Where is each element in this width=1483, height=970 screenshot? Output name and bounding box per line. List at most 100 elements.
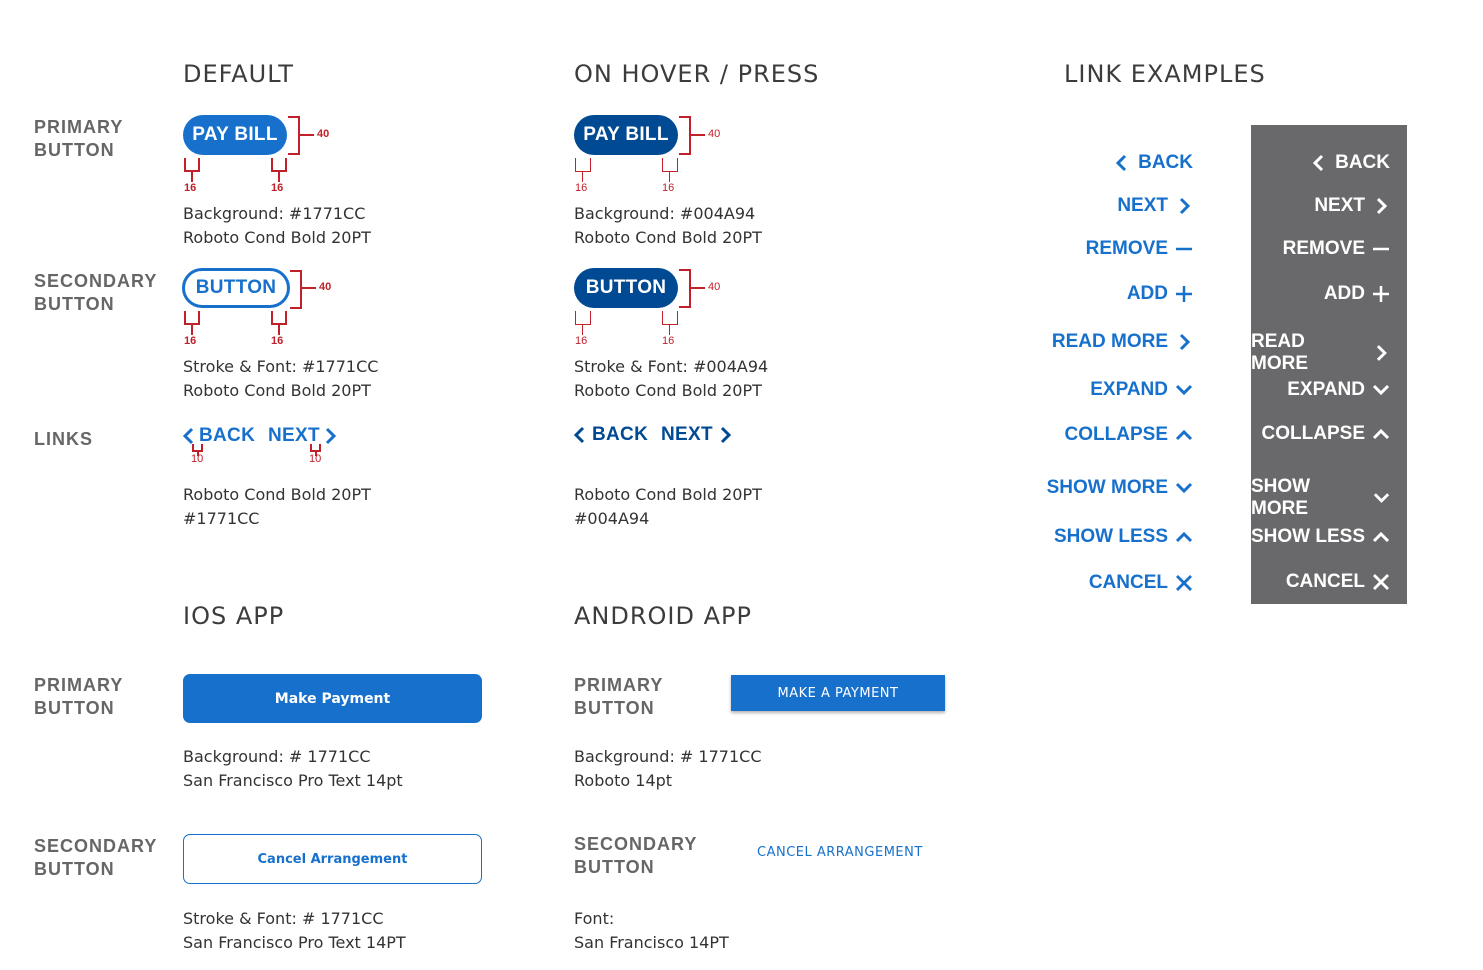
link-example-remove[interactable]: REMOVE — [1086, 238, 1193, 260]
row-label-line-1: SECONDARY — [574, 834, 698, 854]
row-label-line-2: BUTTON — [34, 859, 115, 879]
row-label-line-1: SECONDARY — [34, 836, 158, 856]
row-label-line-2: BUTTON — [34, 140, 115, 160]
primary-default-description: Background: #1771CC Roboto Cond Bold 20P… — [183, 202, 371, 250]
pay-bill-button-hover[interactable]: PAY BILL — [574, 115, 678, 155]
next-link-label: NEXT — [661, 424, 713, 445]
description-line: Font: — [574, 909, 615, 928]
row-label-line-1: PRIMARY — [34, 117, 124, 137]
android-cancel-arrangement-button[interactable]: CANCEL ARRANGEMENT — [757, 845, 923, 860]
secondary-hover-description: Stroke & Font: #004A94 Roboto Cond Bold … — [574, 355, 768, 403]
link-example-show-less-reversed[interactable]: SHOW LESS — [1251, 526, 1390, 548]
links-hover-description: Roboto Cond Bold 20PT #004A94 — [574, 483, 762, 531]
link-example-label: READ MORE — [1251, 331, 1308, 374]
chevron-right-icon — [1376, 197, 1388, 215]
link-example-read-more[interactable]: READ MORE — [1052, 331, 1193, 353]
link-example-label: NEXT — [1314, 195, 1365, 216]
link-example-label: NEXT — [1117, 195, 1168, 216]
link-example-next[interactable]: NEXT — [1117, 195, 1193, 217]
minus-icon — [1373, 247, 1389, 251]
link-example-expand-reversed[interactable]: EXPAND — [1287, 379, 1390, 401]
row-label-line-2: BUTTON — [574, 857, 655, 877]
chevron-right-icon — [1179, 197, 1191, 215]
link-example-back-reversed[interactable]: BACK — [1310, 152, 1390, 174]
link-example-expand[interactable]: EXPAND — [1090, 379, 1193, 401]
pay-bill-button-default[interactable]: PAY BILL — [183, 115, 287, 155]
description-line: Roboto Cond Bold 20PT — [183, 381, 371, 400]
row-label-line-2: BUTTON — [34, 294, 115, 314]
ios-cancel-arrangement-button[interactable]: Cancel Arrangement — [183, 834, 482, 884]
button-secondary-hover[interactable]: BUTTON — [574, 268, 678, 308]
link-example-collapse[interactable]: COLLAPSE — [1065, 424, 1193, 446]
chevron-down-icon — [1373, 493, 1390, 503]
link-example-label: SHOW LESS — [1251, 526, 1366, 547]
link-example-read-more-reversed[interactable]: READ MORE — [1251, 331, 1390, 375]
link-example-show-more-reversed[interactable]: SHOW MORE — [1251, 476, 1390, 520]
link-example-back[interactable]: BACK — [1113, 152, 1193, 174]
link-example-label: SHOW MORE — [1046, 477, 1168, 498]
annotation-padding: 16 — [271, 182, 284, 194]
link-example-add-reversed[interactable]: ADD — [1324, 283, 1390, 305]
close-icon — [1373, 574, 1389, 590]
heading-link-examples: LINK EXAMPLES — [1064, 60, 1266, 88]
chevron-down-icon — [1372, 384, 1390, 396]
description-line: Background: # 1771CC — [183, 747, 371, 766]
next-link-default[interactable]: NEXT — [268, 425, 338, 447]
description-line: Roboto Cond Bold 20PT — [574, 485, 762, 504]
link-example-label: REMOVE — [1282, 238, 1365, 259]
description-line: Roboto Cond Bold 20PT — [574, 381, 762, 400]
description-line: Background: #1771CC — [183, 204, 366, 223]
link-example-label: SHOW MORE — [1251, 476, 1311, 519]
row-label-android-primary: PRIMARY BUTTON — [574, 674, 663, 720]
link-example-label: COLLAPSE — [1261, 423, 1365, 444]
link-example-cancel[interactable]: CANCEL — [1089, 572, 1193, 594]
description-line: Background: # 1771CC — [574, 747, 762, 766]
annotation-padding: 16 — [575, 182, 588, 194]
annotation-padding: 16 — [271, 335, 284, 347]
description-line: San Francisco 14PT — [574, 933, 729, 952]
description-line: #004A94 — [574, 509, 650, 528]
row-label-secondary-button: SECONDARY BUTTON — [34, 270, 157, 316]
android-make-a-payment-button[interactable]: MAKE A PAYMENT — [731, 675, 945, 711]
row-label-ios-primary: PRIMARY BUTTON — [34, 674, 123, 720]
chevron-left-icon — [182, 427, 194, 445]
ios-secondary-description: Stroke & Font: # 1771CC San Francisco Pr… — [183, 907, 406, 955]
link-example-label: CANCEL — [1285, 571, 1365, 592]
link-example-remove-reversed[interactable]: REMOVE — [1283, 238, 1390, 260]
chevron-up-icon — [1175, 531, 1193, 543]
link-example-next-reversed[interactable]: NEXT — [1314, 195, 1390, 217]
annotation-padding: 16 — [662, 182, 675, 194]
link-example-label: BACK — [1335, 152, 1390, 173]
next-link-hover[interactable]: NEXT — [661, 424, 733, 446]
next-link-label: NEXT — [268, 425, 320, 446]
chevron-right-icon — [720, 426, 731, 444]
link-example-label: READ MORE — [1051, 331, 1168, 352]
link-example-collapse-reversed[interactable]: COLLAPSE — [1262, 423, 1390, 445]
description-line: San Francisco Pro Text 14pt — [183, 771, 403, 790]
description-line: Roboto Cond Bold 20PT — [183, 228, 371, 247]
back-link-hover[interactable]: BACK — [572, 424, 648, 446]
link-example-show-less[interactable]: SHOW LESS — [1054, 526, 1193, 548]
link-example-add[interactable]: ADD — [1127, 283, 1193, 305]
chevron-left-icon — [573, 426, 585, 444]
row-label-links: LINKS — [34, 429, 93, 449]
description-line: San Francisco Pro Text 14PT — [183, 933, 406, 952]
annotation-padding: 16 — [184, 182, 197, 194]
link-examples-light: BACK NEXT REMOVE ADD READ MORE EXPAND CO… — [1040, 145, 1193, 605]
description-line: Roboto 14pt — [574, 771, 673, 790]
row-label-ios-secondary: SECONDARY BUTTON — [34, 835, 157, 881]
back-link-label: BACK — [592, 424, 649, 445]
chevron-right-icon — [325, 427, 336, 445]
android-primary-description: Background: # 1771CC Roboto 14pt — [574, 745, 761, 793]
link-example-label: COLLAPSE — [1064, 424, 1168, 445]
description-line: Stroke & Font: #004A94 — [574, 357, 769, 376]
ios-make-payment-button[interactable]: Make Payment — [183, 674, 482, 723]
heading-hover-press: ON HOVER / PRESS — [574, 60, 820, 88]
annotation-height: 40 — [317, 128, 330, 140]
back-link-label: BACK — [199, 425, 256, 446]
heading-ios-app: IOS APP — [183, 602, 285, 630]
link-example-show-more[interactable]: SHOW MORE — [1047, 477, 1193, 499]
description-line: #1771CC — [183, 509, 260, 528]
link-example-cancel-reversed[interactable]: CANCEL — [1286, 571, 1390, 593]
button-secondary-default[interactable]: BUTTON — [182, 268, 290, 308]
